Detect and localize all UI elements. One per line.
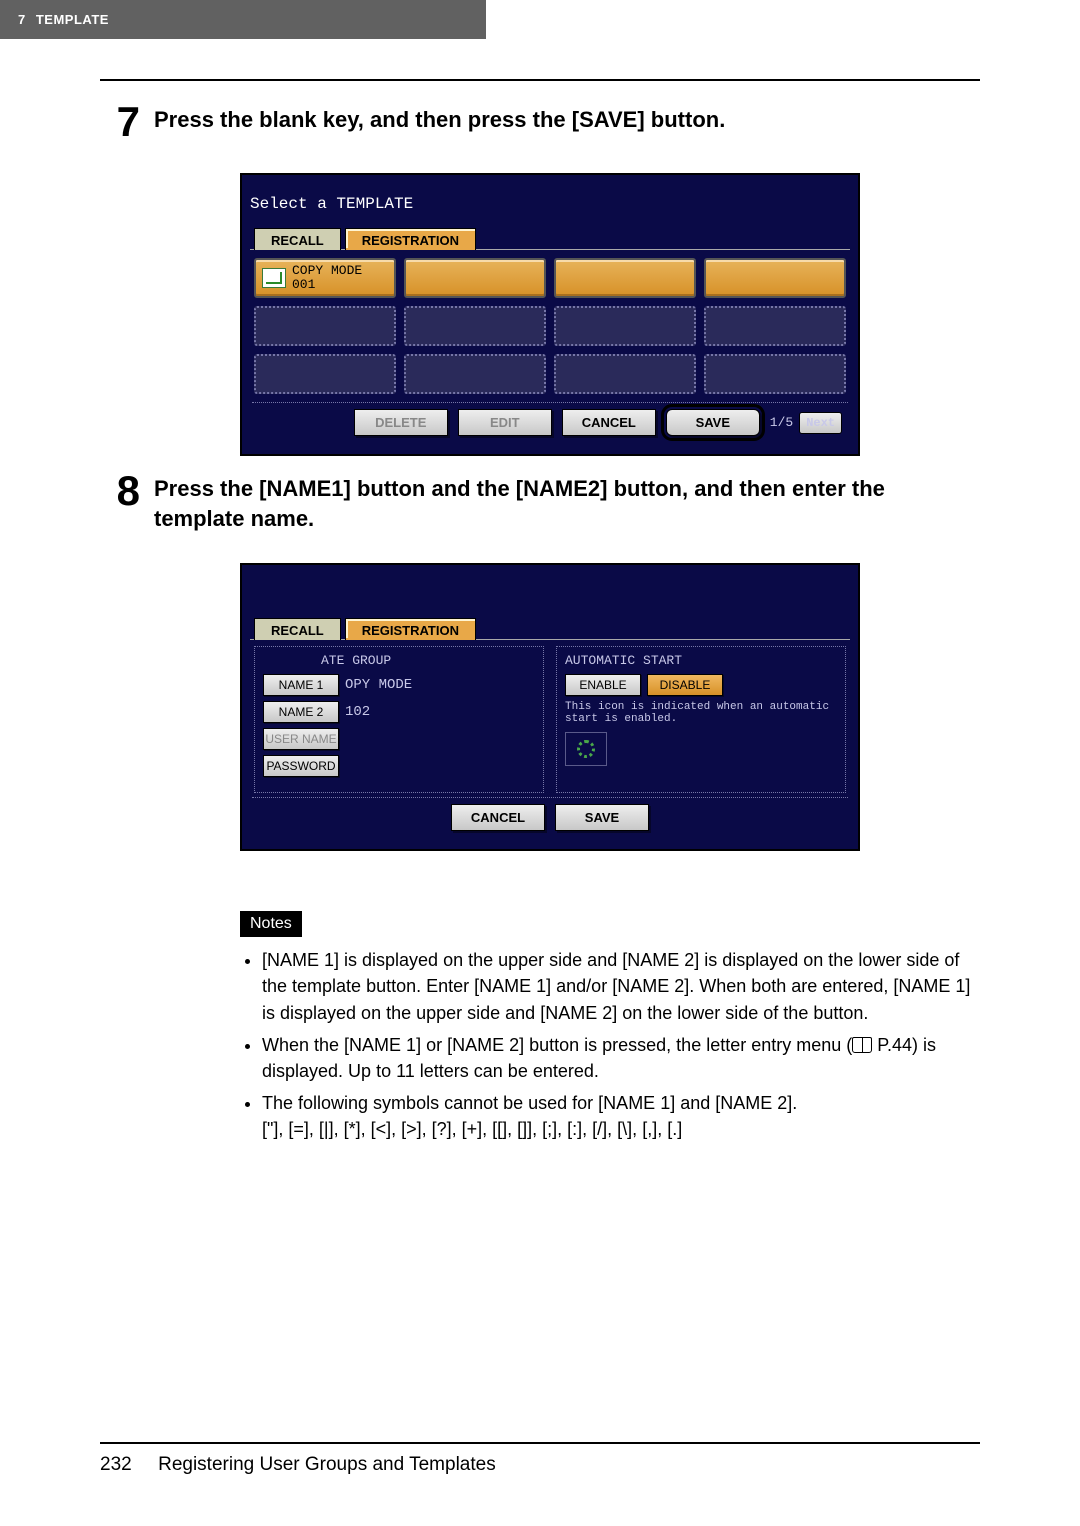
template-slot-empty[interactable] bbox=[404, 306, 546, 346]
save-button[interactable]: SAVE bbox=[555, 804, 649, 831]
device-screen-2: RECALL REGISTRATION ATE GROUP NAME 1 OPY… bbox=[240, 563, 860, 851]
template-slot-empty[interactable] bbox=[554, 306, 696, 346]
template-slot-empty[interactable] bbox=[404, 354, 546, 394]
auto-start-icon-preview bbox=[565, 732, 607, 766]
cancel-button[interactable]: CANCEL bbox=[562, 409, 656, 436]
template-slot-blank[interactable] bbox=[554, 258, 696, 298]
step-number: 8 bbox=[100, 470, 140, 512]
cancel-button[interactable]: CANCEL bbox=[451, 804, 545, 831]
footer-label: Registering User Groups and Templates bbox=[158, 1454, 496, 1475]
gear-icon bbox=[577, 740, 595, 758]
auto-start-title: AUTOMATIC START bbox=[565, 653, 837, 668]
template-slot-empty[interactable] bbox=[254, 354, 396, 394]
name1-value: OPY MODE bbox=[345, 677, 412, 693]
template-slot-populated[interactable]: COPY MODE 001 bbox=[254, 258, 396, 298]
step-text: Press the blank key, and then press the … bbox=[154, 101, 725, 135]
tab-registration[interactable]: REGISTRATION bbox=[345, 228, 476, 250]
step-number: 7 bbox=[100, 101, 140, 143]
template-slot-empty[interactable] bbox=[554, 354, 696, 394]
tab-registration[interactable]: REGISTRATION bbox=[345, 618, 476, 640]
disable-button[interactable]: DISABLE bbox=[647, 674, 723, 696]
book-icon bbox=[852, 1037, 872, 1053]
notes-item: When the [NAME 1] or [NAME 2] button is … bbox=[262, 1032, 980, 1084]
next-button[interactable]: Next bbox=[799, 412, 842, 434]
device-screen-1: Select a TEMPLATE RECALL REGISTRATION CO… bbox=[240, 173, 860, 456]
name1-button[interactable]: NAME 1 bbox=[263, 674, 339, 696]
step-text: Press the [NAME1] button and the [NAME2]… bbox=[154, 470, 980, 533]
name2-button[interactable]: NAME 2 bbox=[263, 701, 339, 723]
template-slot-blank[interactable] bbox=[404, 258, 546, 298]
notes-item: [NAME 1] is displayed on the upper side … bbox=[262, 947, 980, 1025]
user-name-button[interactable]: USER NAME bbox=[263, 728, 339, 750]
template-slot-empty[interactable] bbox=[704, 306, 846, 346]
template-slot-label: COPY MODE 001 bbox=[292, 264, 362, 291]
page-number: 232 bbox=[100, 1454, 132, 1475]
step-8: 8 Press the [NAME1] button and the [NAME… bbox=[100, 470, 980, 533]
notes-heading: Notes bbox=[240, 911, 302, 937]
page-counter: 1/5 Next bbox=[770, 412, 842, 434]
name2-value: 102 bbox=[345, 704, 370, 720]
screen-title: Select a TEMPLATE bbox=[242, 175, 858, 227]
chapter-number: 7 bbox=[18, 12, 26, 27]
save-button[interactable]: SAVE bbox=[666, 409, 760, 436]
notes-list: [NAME 1] is displayed on the upper side … bbox=[240, 947, 980, 1142]
notes-item: The following symbols cannot be used for… bbox=[262, 1090, 980, 1142]
step-7: 7 Press the blank key, and then press th… bbox=[100, 101, 980, 143]
delete-button[interactable]: DELETE bbox=[354, 409, 448, 436]
enable-button[interactable]: ENABLE bbox=[565, 674, 641, 696]
password-button[interactable]: PASSWORD bbox=[263, 755, 339, 777]
tab-recall[interactable]: RECALL bbox=[254, 618, 341, 640]
chapter-tab: 7 TEMPLATE bbox=[0, 0, 486, 39]
tab-recall[interactable]: RECALL bbox=[254, 228, 341, 250]
auto-start-hint: This icon is indicated when an automatic… bbox=[565, 701, 837, 725]
chapter-name: TEMPLATE bbox=[36, 12, 109, 27]
copy-icon bbox=[262, 268, 286, 288]
template-slot-blank[interactable] bbox=[704, 258, 846, 298]
template-slot-empty[interactable] bbox=[254, 306, 396, 346]
template-slot-empty[interactable] bbox=[704, 354, 846, 394]
group-label-fragment: ATE GROUP bbox=[263, 653, 535, 668]
divider bbox=[100, 1442, 980, 1444]
edit-button[interactable]: EDIT bbox=[458, 409, 552, 436]
page-footer: 232 Registering User Groups and Template… bbox=[100, 1454, 980, 1506]
divider bbox=[100, 79, 980, 81]
